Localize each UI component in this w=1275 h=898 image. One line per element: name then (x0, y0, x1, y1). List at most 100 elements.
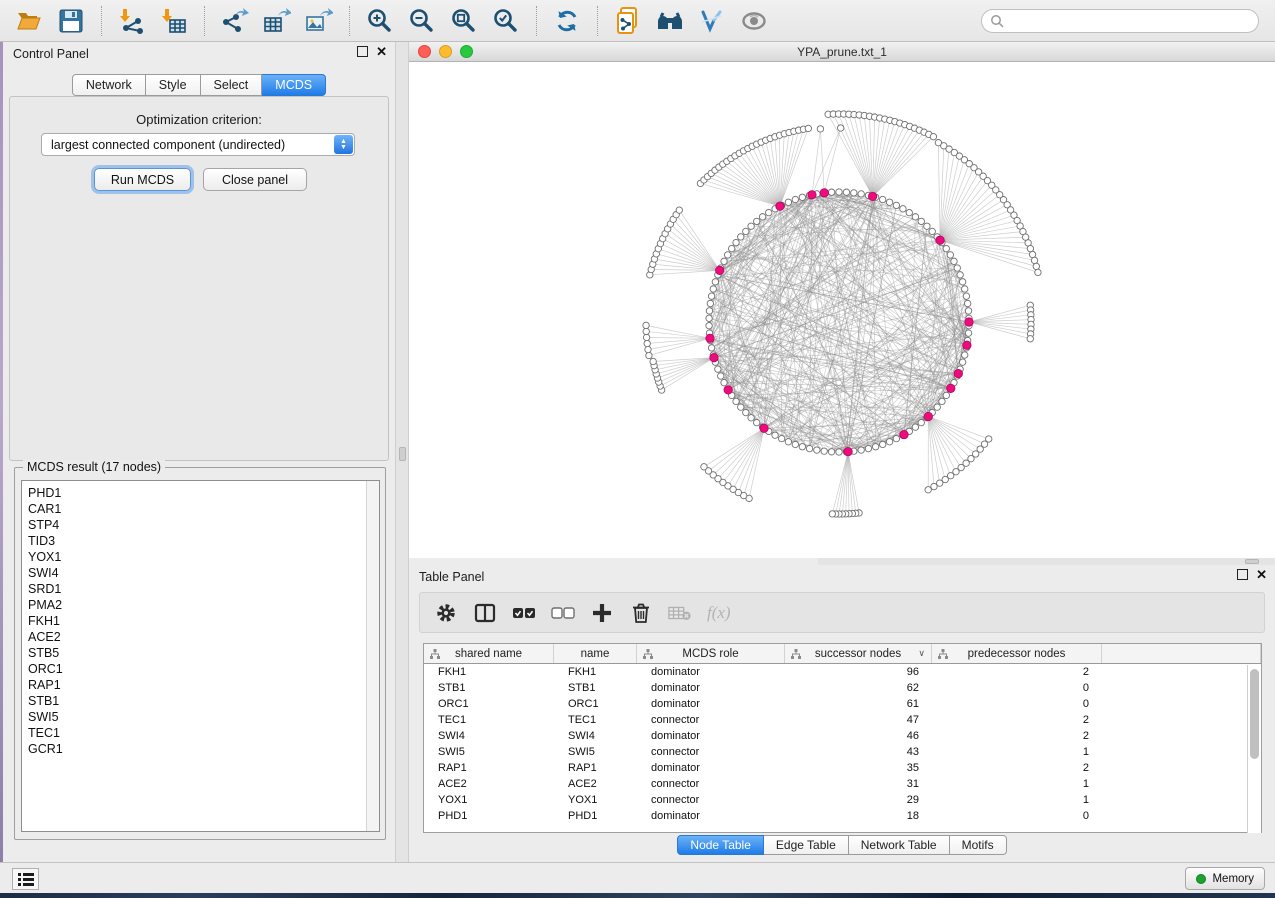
cell-successor-nodes[interactable]: 31 (785, 776, 932, 792)
open-file-icon[interactable] (14, 6, 44, 36)
cell-successor-nodes[interactable]: 46 (785, 728, 932, 744)
result-node-item[interactable]: ORC1 (28, 661, 379, 677)
cell-predecessor-nodes[interactable]: 2 (932, 664, 1102, 680)
column-header-predecessor-nodes[interactable]: predecessor nodes (932, 644, 1102, 663)
cell-shared-name[interactable]: SWI4 (424, 728, 554, 744)
cell-predecessor-nodes[interactable]: 2 (932, 712, 1102, 728)
table-row[interactable]: YOX1YOX1connector291 (424, 792, 1261, 808)
cell-MCDS-role[interactable]: dominator (637, 728, 785, 744)
cell-predecessor-nodes[interactable]: 2 (932, 760, 1102, 776)
cell-MCDS-role[interactable]: connector (637, 792, 785, 808)
cell-name[interactable]: RAP1 (554, 760, 637, 776)
close-panel-icon[interactable]: ✕ (376, 46, 387, 57)
cell-MCDS-role[interactable]: dominator (637, 696, 785, 712)
cell-name[interactable]: STB1 (554, 680, 637, 696)
cell-predecessor-nodes[interactable]: 0 (932, 808, 1102, 824)
result-node-item[interactable]: SWI4 (28, 565, 379, 581)
table-row[interactable]: FKH1FKH1dominator962 (424, 664, 1261, 680)
cell-shared-name[interactable]: RAP1 (424, 760, 554, 776)
cell-shared-name[interactable]: PHD1 (424, 808, 554, 824)
cell-MCDS-role[interactable]: dominator (637, 760, 785, 776)
result-node-item[interactable]: RAP1 (28, 677, 379, 693)
table-row[interactable]: PHD1PHD1dominator180 (424, 808, 1261, 824)
cell-MCDS-role[interactable]: connector (637, 744, 785, 760)
cell-name[interactable]: YOX1 (554, 792, 637, 808)
horizontal-splitter-handle[interactable] (1245, 559, 1259, 564)
vizmapper-icon[interactable] (697, 6, 727, 36)
column-header-MCDS-role[interactable]: MCDS role (637, 644, 785, 663)
result-node-item[interactable]: PHD1 (28, 485, 379, 501)
cell-shared-name[interactable]: STB1 (424, 680, 554, 696)
result-node-item[interactable]: YOX1 (28, 549, 379, 565)
cell-successor-nodes[interactable]: 29 (785, 792, 932, 808)
cell-name[interactable]: TEC1 (554, 712, 637, 728)
tab-edge-table[interactable]: Edge Table (764, 835, 849, 855)
cell-name[interactable]: SWI4 (554, 728, 637, 744)
find-icon[interactable] (655, 6, 685, 36)
cell-name[interactable]: SWI5 (554, 744, 637, 760)
run-mcds-button[interactable]: Run MCDS (94, 168, 191, 191)
search-input[interactable] (1004, 14, 1258, 28)
tab-select[interactable]: Select (201, 74, 263, 96)
cell-shared-name[interactable]: ACE2 (424, 776, 554, 792)
cell-shared-name[interactable]: ORC1 (424, 696, 554, 712)
result-node-item[interactable]: STB5 (28, 645, 379, 661)
vertical-splitter-handle[interactable] (399, 447, 406, 461)
cell-successor-nodes[interactable]: 62 (785, 680, 932, 696)
result-node-item[interactable]: STP4 (28, 517, 379, 533)
cell-predecessor-nodes[interactable]: 1 (932, 744, 1102, 760)
table-scrollbar[interactable] (1247, 665, 1261, 833)
cell-name[interactable]: ACE2 (554, 776, 637, 792)
new-network-from-selection-icon[interactable] (613, 6, 643, 36)
tab-node-table[interactable]: Node Table (677, 835, 764, 855)
result-node-item[interactable]: SRD1 (28, 581, 379, 597)
cell-shared-name[interactable]: SWI5 (424, 744, 554, 760)
import-network-icon[interactable] (117, 6, 147, 36)
result-node-item[interactable]: ACE2 (28, 629, 379, 645)
close-panel-icon[interactable]: ✕ (1256, 569, 1267, 580)
table-row[interactable]: ACE2ACE2connector311 (424, 776, 1261, 792)
cell-successor-nodes[interactable]: 61 (785, 696, 932, 712)
result-node-item[interactable]: SWI5 (28, 709, 379, 725)
cell-predecessor-nodes[interactable]: 1 (932, 792, 1102, 808)
result-node-item[interactable]: STB1 (28, 693, 379, 709)
cell-shared-name[interactable]: FKH1 (424, 664, 554, 680)
export-network-icon[interactable] (220, 6, 250, 36)
zoom-selected-icon[interactable] (491, 6, 521, 36)
cell-shared-name[interactable]: TEC1 (424, 712, 554, 728)
cell-MCDS-role[interactable]: dominator (637, 680, 785, 696)
vertical-splitter[interactable] (395, 42, 409, 862)
float-panel-icon[interactable] (1237, 569, 1248, 580)
table-row[interactable]: TEC1TEC1connector472 (424, 712, 1261, 728)
column-header-name[interactable]: name (554, 644, 637, 663)
zoom-in-icon[interactable] (365, 6, 395, 36)
result-node-item[interactable]: GCR1 (28, 741, 379, 757)
tab-mcds[interactable]: MCDS (262, 74, 326, 96)
result-node-item[interactable]: PMA2 (28, 597, 379, 613)
network-view-canvas[interactable] (409, 62, 1275, 558)
zoom-fit-icon[interactable] (449, 6, 479, 36)
cell-name[interactable]: PHD1 (554, 808, 637, 824)
export-image-icon[interactable] (304, 6, 334, 36)
network-graph[interactable] (409, 62, 1275, 558)
column-header-successor-nodes[interactable]: successor nodes∨ (785, 644, 932, 663)
cell-name[interactable]: FKH1 (554, 664, 637, 680)
select-all-columns-icon[interactable] (512, 601, 536, 625)
cell-predecessor-nodes[interactable]: 2 (932, 728, 1102, 744)
table-row[interactable]: STB1STB1dominator620 (424, 680, 1261, 696)
memory-button[interactable]: Memory (1185, 867, 1265, 890)
close-panel-button[interactable]: Close panel (203, 168, 307, 191)
unselect-all-columns-icon[interactable] (551, 601, 575, 625)
float-panel-icon[interactable] (357, 46, 368, 57)
table-row[interactable]: SWI5SWI5connector431 (424, 744, 1261, 760)
table-scrollbar-thumb[interactable] (1250, 669, 1259, 759)
table-row[interactable]: RAP1RAP1dominator352 (424, 760, 1261, 776)
cell-successor-nodes[interactable]: 43 (785, 744, 932, 760)
cell-predecessor-nodes[interactable]: 0 (932, 680, 1102, 696)
cell-MCDS-role[interactable]: dominator (637, 664, 785, 680)
search-box[interactable] (981, 9, 1259, 33)
cell-predecessor-nodes[interactable]: 1 (932, 776, 1102, 792)
network-window-titlebar[interactable]: YPA_prune.txt_1 (409, 42, 1275, 62)
tab-network[interactable]: Network (72, 74, 146, 96)
task-history-button[interactable] (12, 868, 39, 890)
